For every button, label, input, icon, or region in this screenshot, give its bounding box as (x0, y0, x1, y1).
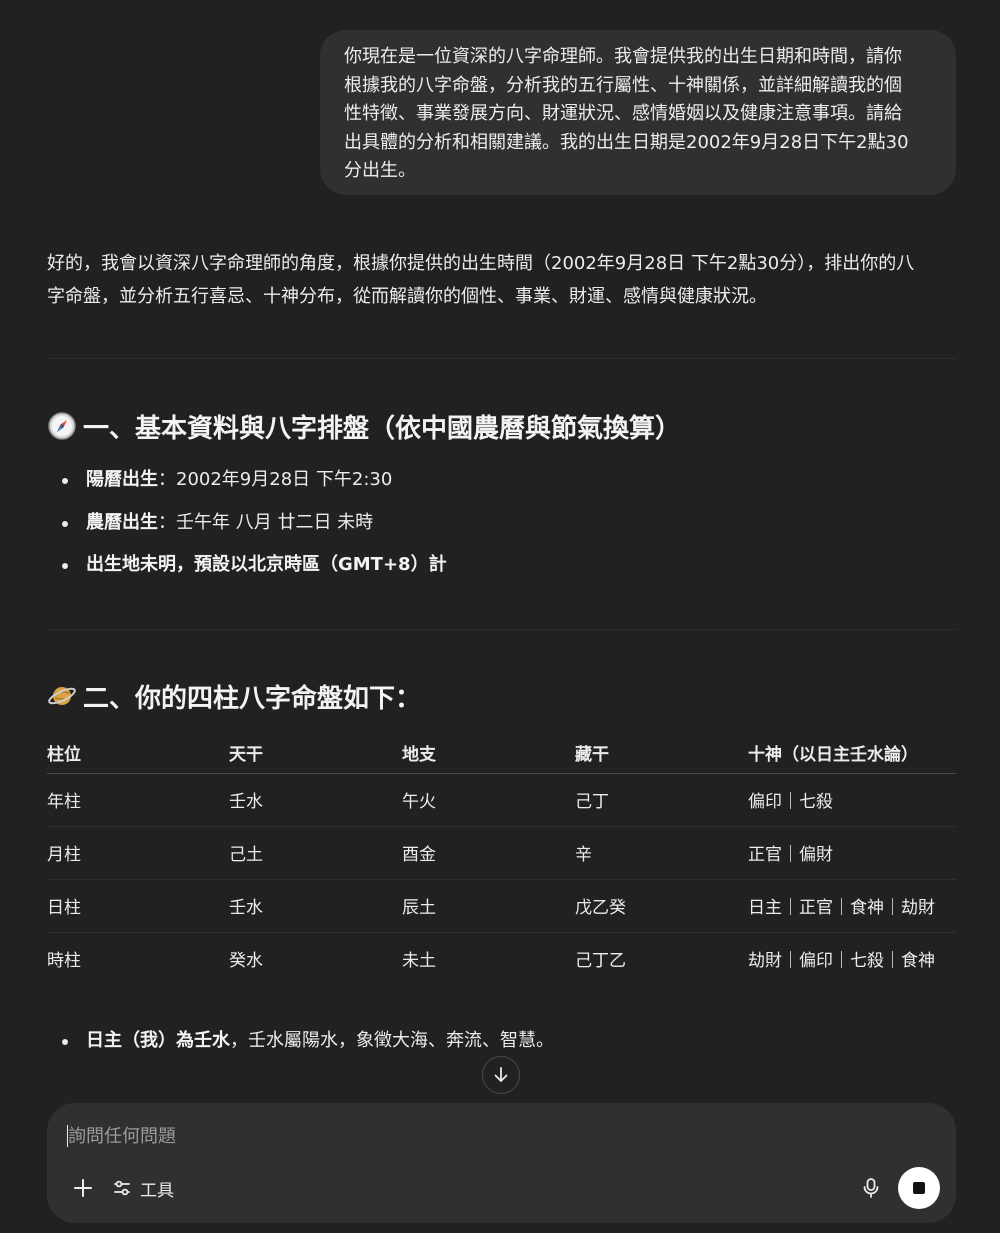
sliders-icon (114, 1180, 130, 1196)
bullet-label: 日主（我）為壬水 (86, 1030, 230, 1051)
response-intro: 好的，我會以資深八字命理師的角度，根據你提供的出生時間（2002年9月28日 下… (47, 247, 957, 313)
section-heading-basic-info: 一、基本資料與八字排盤（依中國農曆與節氣換算） (47, 408, 681, 444)
dictate-button[interactable] (857, 1174, 885, 1202)
basic-info-list: 陽曆出生：2002年9月28日 下午2:30 農曆出生：壬午年 八月 廿二日 未… (60, 459, 950, 587)
arrow-down-icon (494, 1067, 508, 1082)
add-attachment-button[interactable] (69, 1174, 97, 1202)
table-cell: 辰土 (402, 879, 575, 933)
user-message-line: 出具體的分析和相關建議。我的出生日期是2002年9月28日下午2點30 (344, 131, 909, 153)
table-cell: 劫財｜偏印｜七殺｜食神 (748, 951, 935, 972)
column-header: 地支 (402, 733, 575, 774)
table-cell: 戊乙癸 (575, 879, 748, 933)
intro-line: 好的，我會以資深八字命理師的角度，根據你提供的出生時間（2002年9月28日 下… (47, 253, 915, 274)
user-message-line: 分出生。 (344, 160, 416, 181)
table-cell: 己土 (229, 826, 402, 880)
table-cell: 壬水 (229, 773, 402, 827)
table-row: 時柱 癸水 未土 己丁乙 劫財｜偏印｜七殺｜食神 (47, 932, 956, 985)
column-header: 藏干 (575, 733, 748, 774)
table-cell: 日主｜正官｜食神｜劫財 (748, 879, 956, 933)
table-cell: 午火 (402, 773, 575, 827)
table-cell: 辛 (575, 826, 748, 880)
section-title: 二、你的四柱八字命盤如下： (83, 683, 422, 714)
column-header: 柱位 (47, 733, 229, 774)
scroll-to-bottom-button[interactable] (482, 1056, 520, 1094)
divider (47, 358, 956, 359)
bazi-pillars-table: 柱位 天干 地支 藏干 十神（以日主壬水論） 年柱 壬水 午火 己丁 偏印｜七殺… (47, 733, 956, 985)
table-cell: 正官｜偏財 (748, 826, 956, 880)
bullet-label: 出生地未明，預設以北京時區（GMT+8）計 (86, 554, 447, 575)
bullet-text: ，壬水屬陽水，象徵大海、奔流、智慧。 (230, 1030, 554, 1051)
user-message-line: 根據我的八字命盤，分析我的五行屬性、十神關係，並詳細解讀我的個 (344, 74, 902, 96)
table-cell: 月柱 (47, 826, 229, 880)
plus-icon (74, 1179, 92, 1197)
table-cell: 日柱 (47, 879, 229, 933)
table-cell: 酉金 (402, 826, 575, 880)
table-cell: 癸水 (229, 951, 263, 972)
table-row: 日柱 壬水 辰土 戊乙癸 日主｜正官｜食神｜劫財 (47, 879, 956, 933)
table-cell: 時柱 (47, 951, 81, 972)
intro-line: 字命盤，並分析五行喜忌、十神分布，從而解讀你的個性、事業、財運、感情與健康狀況。 (47, 286, 767, 307)
table-cell: 未土 (402, 951, 436, 972)
bullet-label: 陽曆出生 (86, 469, 158, 490)
prompt-input[interactable] (68, 1121, 768, 1151)
table-cell: 偏印｜七殺 (748, 773, 956, 827)
table-row: 年柱 壬水 午火 己丁 偏印｜七殺 (47, 773, 956, 827)
stop-generating-button[interactable] (898, 1167, 940, 1209)
list-item: 陽曆出生：2002年9月28日 下午2:30 (60, 459, 950, 502)
list-item: 出生地未明，預設以北京時區（GMT+8）計 (60, 544, 950, 587)
stop-icon (913, 1182, 925, 1194)
section-heading-pillars: 二、你的四柱八字命盤如下： (47, 678, 421, 714)
table-cell: 壬水 (229, 879, 402, 933)
column-header: 天干 (229, 733, 402, 774)
table-cell: 己丁乙 (575, 951, 626, 972)
divider (47, 629, 956, 630)
tools-button[interactable]: 工具 (112, 1174, 174, 1202)
message-composer: 工具 (47, 1103, 956, 1223)
table-cell: 己丁 (575, 773, 748, 827)
list-item: 農曆出生：壬午年 八月 廿二日 未時 (60, 502, 950, 545)
user-message-bubble: 你現在是一位資深的八字命理師。我會提供我的出生日期和時間，請你 根據我的八字命盤… (320, 30, 956, 195)
table-row: 月柱 己土 酉金 辛 正官｜偏財 (47, 826, 956, 880)
section-title: 一、基本資料與八字排盤（依中國農曆與節氣換算） (83, 413, 682, 444)
column-header: 十神（以日主壬水論） (748, 733, 956, 774)
compass-emoji-icon (47, 411, 77, 441)
user-message-line: 性特徵、事業發展方向、財運狀況、感情婚姻以及健康注意事項。請給 (344, 103, 902, 124)
bullet-text: ：2002年9月28日 下午2:30 (158, 469, 393, 490)
user-message-line: 你現在是一位資深的八字命理師。我會提供我的出生日期和時間，請你 (344, 46, 902, 67)
text-caret (67, 1125, 68, 1147)
tools-label: 工具 (140, 1180, 174, 1201)
bullet-text: ：壬午年 八月 廿二日 未時 (158, 511, 374, 533)
table-header-row: 柱位 天干 地支 藏干 十神（以日主壬水論） (47, 733, 956, 774)
bullet-label: 農曆出生 (86, 511, 158, 533)
planet-emoji-icon (47, 681, 77, 711)
table-cell: 年柱 (47, 773, 229, 827)
microphone-icon (863, 1178, 879, 1198)
